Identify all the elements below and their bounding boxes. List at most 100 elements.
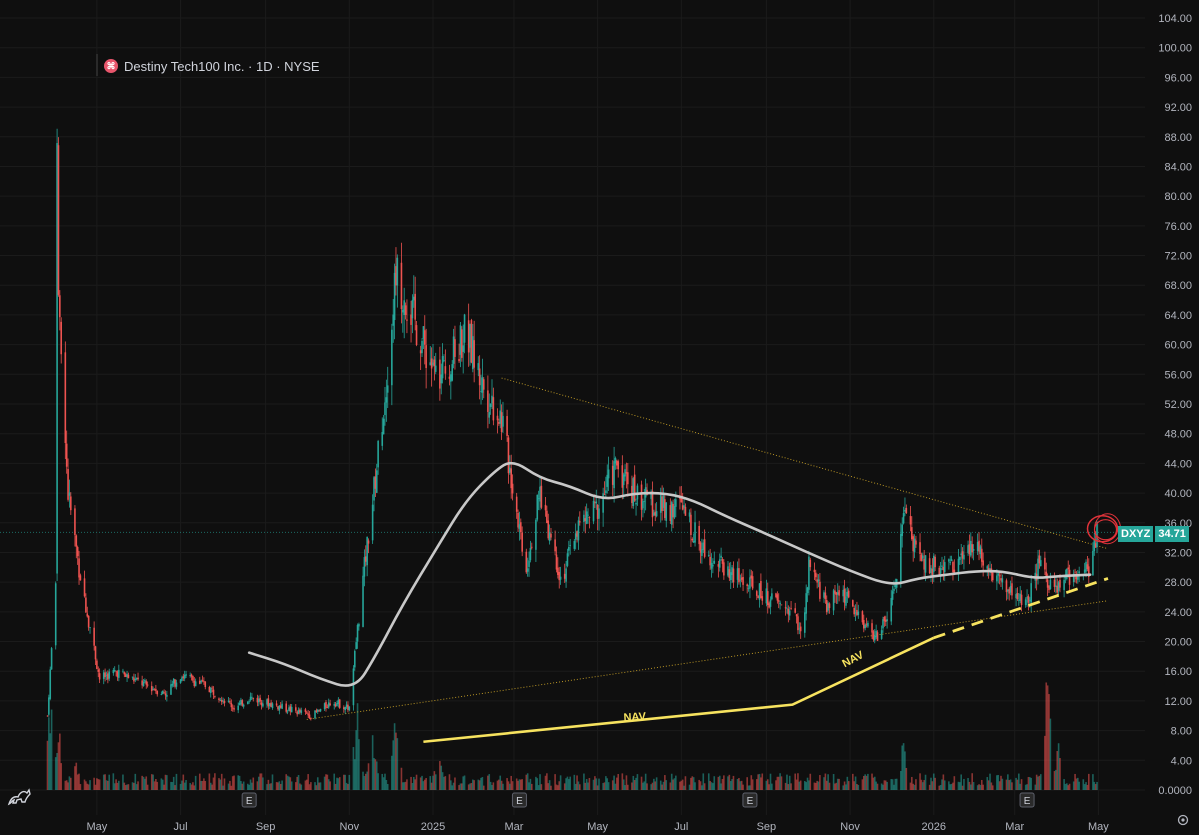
price-tick-label: 92.00 xyxy=(1164,102,1192,114)
volume-bar xyxy=(288,776,290,790)
candle-body xyxy=(602,493,604,513)
candle-body xyxy=(469,323,471,348)
volume-bar xyxy=(452,782,455,790)
volume-bar xyxy=(290,781,293,790)
candle-body xyxy=(1067,567,1070,570)
volume-bar xyxy=(496,780,499,790)
time-tick-label: 2025 xyxy=(421,821,445,833)
volume-bar xyxy=(126,784,128,790)
volume-bar xyxy=(886,781,888,790)
candle-body xyxy=(928,558,931,574)
candle-body xyxy=(621,465,624,488)
volume-bar xyxy=(699,781,702,790)
volume-bar xyxy=(364,773,367,790)
time-tick-label: Nov xyxy=(840,821,860,833)
volume-bar xyxy=(333,773,336,790)
candle-body xyxy=(164,693,167,696)
volume-bar xyxy=(775,780,777,790)
candle-body xyxy=(172,678,175,684)
candle-body xyxy=(1092,550,1094,576)
volume-bar xyxy=(1028,777,1031,790)
volume-bar xyxy=(425,778,427,790)
candle-body xyxy=(727,566,729,576)
candle-body xyxy=(824,592,827,599)
volume-bar xyxy=(252,777,255,790)
legend-divider xyxy=(96,54,98,76)
price-tick-label: 72.00 xyxy=(1164,251,1192,263)
candle-body xyxy=(200,680,202,683)
volume-bar xyxy=(1063,779,1065,790)
volume-bar xyxy=(852,773,854,790)
candle-body xyxy=(788,610,791,616)
candle-body xyxy=(1011,583,1013,596)
candle-body xyxy=(729,572,732,581)
price-tick-label: 64.00 xyxy=(1164,310,1192,322)
candle-body xyxy=(713,560,716,564)
earnings-marker: E xyxy=(241,792,257,808)
candle-body xyxy=(931,568,934,576)
volume-bar xyxy=(978,784,980,790)
volume-bar xyxy=(750,775,753,790)
candle-body xyxy=(366,536,368,566)
candle-body xyxy=(536,494,539,520)
volume-bar xyxy=(669,782,672,790)
volume-bar xyxy=(68,776,71,790)
volume-bar xyxy=(816,780,818,790)
tradingview-logo-icon[interactable] xyxy=(6,784,34,808)
candle-body xyxy=(842,589,845,597)
candle-body xyxy=(329,703,331,706)
candle-body xyxy=(183,674,186,679)
candle-body xyxy=(400,262,403,310)
candle-body xyxy=(318,710,320,712)
candle-body xyxy=(520,522,522,533)
volume-bar xyxy=(421,775,423,790)
volume-bar xyxy=(673,778,676,790)
volume-bar xyxy=(544,775,547,790)
price-tick-label: 16.00 xyxy=(1164,666,1192,678)
candle-body xyxy=(488,412,491,418)
volume-bar xyxy=(201,780,204,790)
candle-body xyxy=(358,623,360,627)
candle-body xyxy=(362,575,364,627)
candle-body xyxy=(425,345,427,369)
candle-body xyxy=(736,568,739,580)
symbol-legend[interactable]: ⌘ Destiny Tech100 Inc. · 1D · NYSE xyxy=(104,56,320,76)
volume-bar xyxy=(651,782,654,790)
candle-body xyxy=(249,696,252,700)
candle-body xyxy=(257,698,260,703)
candle-body xyxy=(423,330,426,345)
candle-body xyxy=(412,296,415,301)
volume-bar xyxy=(458,785,460,790)
volume-bar xyxy=(439,761,441,790)
candle-body xyxy=(74,508,76,536)
candle-body xyxy=(278,705,281,711)
volume-bar xyxy=(989,773,991,790)
volume-bar xyxy=(166,775,168,790)
volume-bar xyxy=(650,784,652,790)
volume-bar xyxy=(441,772,444,790)
volume-bar xyxy=(905,767,908,790)
candle-body xyxy=(297,710,300,714)
candle-body xyxy=(392,314,395,326)
volume-bar xyxy=(65,780,68,790)
volume-bar xyxy=(384,773,386,790)
volume-bar xyxy=(190,784,193,790)
volume-bar xyxy=(624,785,626,790)
candle-body xyxy=(259,697,261,702)
candle-body xyxy=(223,700,226,704)
candle-body xyxy=(688,512,691,517)
volume-bar xyxy=(884,780,887,790)
volume-bar xyxy=(528,782,530,790)
volume-bar xyxy=(655,777,658,790)
candle-body xyxy=(884,619,887,622)
settings-gear-icon[interactable] xyxy=(1176,813,1190,827)
volume-bar xyxy=(646,783,648,790)
price-tick-label: 4.00 xyxy=(1171,755,1192,767)
candle-body xyxy=(68,492,71,496)
volume-bar xyxy=(1019,783,1021,790)
volume-bar xyxy=(996,775,998,790)
candle-body xyxy=(135,677,138,680)
candle-body xyxy=(749,577,751,589)
candle-body xyxy=(85,597,87,613)
candlestick-chart[interactable]: NAVNAV EEEE 104.00100.0096.0092.0088.008… xyxy=(0,0,1199,835)
